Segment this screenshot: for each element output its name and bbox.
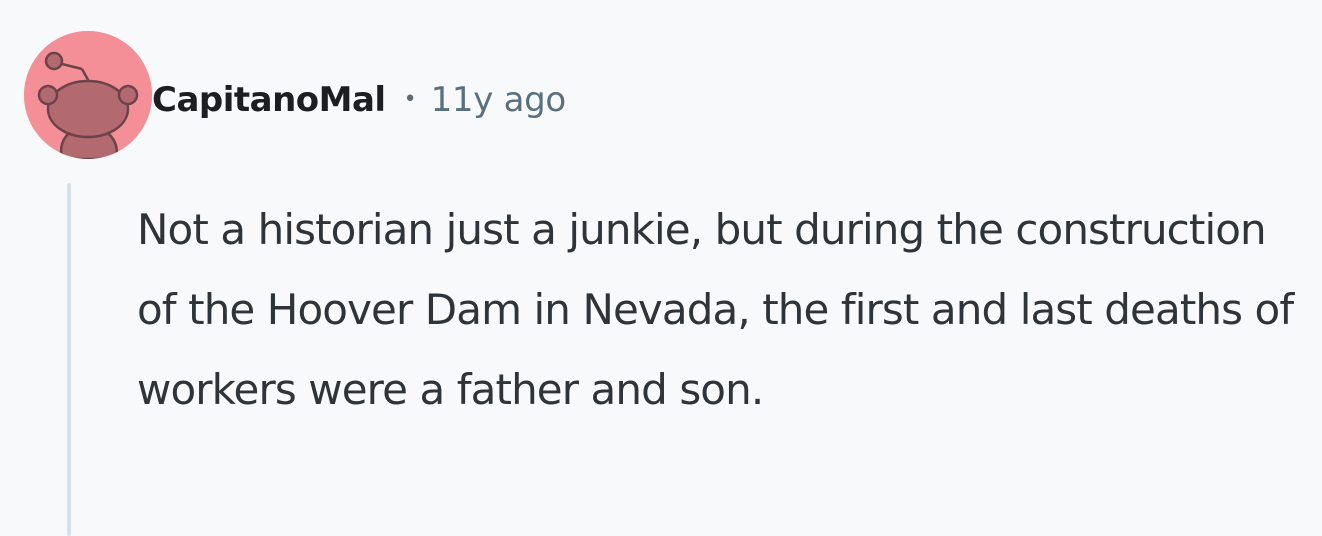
comment-header: CapitanoMal • 11y ago [152,70,566,130]
username-link[interactable]: CapitanoMal [152,80,386,120]
reddit-default-avatar-icon [24,31,152,159]
comment-timestamp[interactable]: 11y ago [431,80,567,120]
thread-line[interactable] [67,183,71,536]
user-avatar[interactable] [24,31,152,159]
separator-dot: • [403,87,417,112]
comment: CapitanoMal • 11y ago Not a historian ju… [0,0,1322,536]
comment-body: Not a historian just a junkie, but durin… [137,205,1294,414]
